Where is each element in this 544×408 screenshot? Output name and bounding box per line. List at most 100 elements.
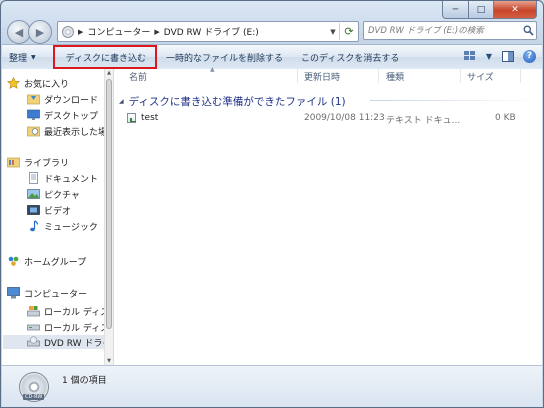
nav-computer[interactable]: コンピューター bbox=[7, 286, 87, 300]
nav-music[interactable]: ミュージック bbox=[27, 219, 98, 233]
music-note-icon bbox=[27, 220, 40, 232]
disc-label: CD-RW bbox=[23, 394, 45, 400]
nav-downloads[interactable]: ダウンロード bbox=[27, 92, 98, 106]
dvd-drive-icon bbox=[27, 336, 40, 348]
pictures-icon bbox=[27, 188, 40, 200]
delete-temp-label: 一時的なファイルを削除する bbox=[166, 53, 284, 64]
group-title: ディスクに書き込む準備ができたファイル (1) bbox=[128, 96, 346, 108]
organize-menu-button[interactable]: 整理 ▼ bbox=[2, 46, 45, 68]
nav-label: ライブラリ bbox=[24, 158, 70, 169]
file-list: ▲ 名前 更新日時 種類 サイズ ◢ ディスクに書き込む準備ができたファイル (… bbox=[114, 66, 542, 365]
search-icon[interactable] bbox=[520, 25, 536, 36]
downloads-folder-icon bbox=[27, 93, 40, 105]
burn-label: ディスクに書き込む bbox=[65, 53, 147, 64]
nav-label: ピクチャ bbox=[44, 190, 80, 201]
column-headers: ▲ 名前 更新日時 種類 サイズ bbox=[114, 66, 542, 83]
help-icon[interactable]: ? bbox=[523, 49, 536, 63]
videos-icon bbox=[27, 204, 40, 216]
nav-libraries[interactable]: ライブラリ bbox=[7, 155, 69, 169]
scroll-down-icon[interactable]: ▼ bbox=[105, 357, 113, 365]
close-button[interactable]: ✕ bbox=[494, 1, 537, 19]
details-pane: CD-RW 1 個の項目 bbox=[2, 365, 542, 407]
view-controls: ▼ ? bbox=[461, 48, 536, 64]
computer-icon bbox=[7, 287, 20, 299]
item-count: 1 個の項目 bbox=[62, 376, 107, 386]
forward-arrow-icon: ▶ bbox=[35, 25, 45, 39]
back-arrow-icon: ◀ bbox=[14, 25, 24, 39]
preview-pane-icon[interactable] bbox=[499, 48, 517, 64]
nav-local-disk-2[interactable]: ローカル ディスク bbox=[27, 320, 113, 334]
nav-label: ダウンロード bbox=[44, 95, 99, 106]
chevron-right-icon[interactable]: ▶ bbox=[78, 28, 83, 36]
favorites-star-icon bbox=[6, 76, 21, 89]
column-header-modified[interactable]: 更新日時 bbox=[304, 70, 340, 83]
nav-dvd-drive[interactable]: DVD RW ドライブ bbox=[3, 335, 113, 349]
nav-label: ミュージック bbox=[44, 222, 98, 233]
column-header-size[interactable]: サイズ bbox=[467, 70, 494, 83]
desktop-icon bbox=[27, 109, 40, 121]
nav-videos[interactable]: ビデオ bbox=[27, 203, 71, 217]
file-name: test bbox=[141, 113, 159, 123]
chevron-right-icon[interactable]: ▶ bbox=[154, 28, 159, 36]
window-controls: ─ □ ✕ bbox=[442, 1, 537, 19]
address-bar[interactable]: ▶ コンピューター ▶ DVD RW ドライブ (E:) ▼ ⟳ bbox=[57, 21, 359, 42]
burn-to-disc-button[interactable]: ディスクに書き込む bbox=[52, 45, 158, 69]
nav-documents[interactable]: ドキュメント bbox=[27, 171, 98, 185]
erase-disc-button[interactable]: このディスクを消去する bbox=[292, 46, 408, 68]
homegroup-icon bbox=[7, 255, 20, 267]
explorer-window: ─ □ ✕ ◀ ▶ ▶ コンピューター ▶ DVD RW ドライブ (E:) ▼… bbox=[0, 0, 544, 408]
view-options-dropdown-icon[interactable]: ▼ bbox=[485, 48, 493, 64]
nav-label: お気に入り bbox=[24, 79, 70, 90]
minimize-button[interactable]: ─ bbox=[442, 1, 469, 19]
column-divider[interactable] bbox=[520, 69, 521, 83]
nav-pane-scrollbar[interactable]: ▲ ▼ bbox=[104, 69, 113, 365]
nav-homegroup[interactable]: ホームグループ bbox=[7, 254, 86, 268]
text-document-icon bbox=[127, 113, 136, 123]
scrollbar-thumb[interactable] bbox=[106, 79, 112, 329]
system-drive-icon bbox=[27, 305, 40, 317]
file-row[interactable]: test 2009/10/08 11:23 テキスト ドキュ... 0 KB bbox=[114, 113, 542, 126]
nav-favorites[interactable]: お気に入り bbox=[6, 76, 70, 90]
group-divider bbox=[370, 100, 538, 101]
hard-drive-icon bbox=[27, 321, 40, 333]
libraries-icon bbox=[7, 156, 20, 168]
search-box bbox=[363, 21, 537, 40]
maximize-button[interactable]: □ bbox=[469, 1, 494, 19]
recent-places-icon bbox=[27, 125, 40, 137]
nav-local-disk-1[interactable]: ローカル ディスク bbox=[27, 304, 113, 318]
nav-label: ドキュメント bbox=[44, 174, 99, 185]
column-divider[interactable] bbox=[297, 69, 298, 83]
navigation-pane: お気に入り ダウンロード デスクトップ 最近表示した場所 ライブラリ ドキュメン… bbox=[2, 69, 114, 365]
collapse-triangle-icon[interactable]: ◢ bbox=[119, 98, 124, 105]
delete-temp-files-button[interactable]: 一時的なファイルを削除する bbox=[157, 46, 292, 68]
breadcrumb-computer[interactable]: コンピューター bbox=[87, 25, 150, 38]
erase-disc-label: このディスクを消去する bbox=[301, 53, 400, 64]
navigation-buttons: ◀ ▶ bbox=[7, 20, 52, 44]
sort-ascending-icon: ▲ bbox=[210, 66, 215, 73]
group-header[interactable]: ◢ ディスクに書き込む準備ができたファイル (1) bbox=[119, 94, 346, 109]
address-history-dropdown[interactable]: ▼ bbox=[327, 28, 339, 36]
column-divider[interactable] bbox=[378, 69, 379, 83]
forward-button[interactable]: ▶ bbox=[28, 20, 52, 44]
documents-icon bbox=[27, 172, 40, 184]
chevron-down-icon: ▼ bbox=[31, 53, 36, 61]
command-bar: 整理 ▼ ディスクに書き込む 一時的なファイルを削除する このディスクを消去する… bbox=[2, 44, 542, 70]
nav-recent-places[interactable]: 最近表示した場所 bbox=[27, 124, 113, 138]
nav-desktop[interactable]: デスクトップ bbox=[27, 108, 98, 122]
refresh-icon[interactable]: ⟳ bbox=[339, 23, 358, 40]
scroll-up-icon[interactable]: ▲ bbox=[105, 69, 113, 77]
change-view-icon[interactable] bbox=[461, 48, 479, 64]
column-header-name[interactable]: 名前 bbox=[129, 70, 147, 83]
nav-pictures[interactable]: ピクチャ bbox=[27, 187, 80, 201]
organize-label: 整理 bbox=[9, 53, 28, 64]
search-input[interactable] bbox=[364, 25, 520, 36]
file-modified: 2009/10/08 11:23 bbox=[304, 113, 385, 123]
column-header-type[interactable]: 種類 bbox=[386, 70, 404, 83]
file-type: テキスト ドキュ... bbox=[386, 116, 461, 126]
file-size: 0 KB bbox=[495, 113, 516, 123]
dvd-drive-icon bbox=[62, 25, 74, 38]
column-divider[interactable] bbox=[460, 69, 461, 83]
nav-label: コンピューター bbox=[24, 289, 88, 300]
nav-label: ビデオ bbox=[44, 206, 72, 217]
breadcrumb-dvd-drive[interactable]: DVD RW ドライブ (E:) bbox=[164, 25, 259, 38]
